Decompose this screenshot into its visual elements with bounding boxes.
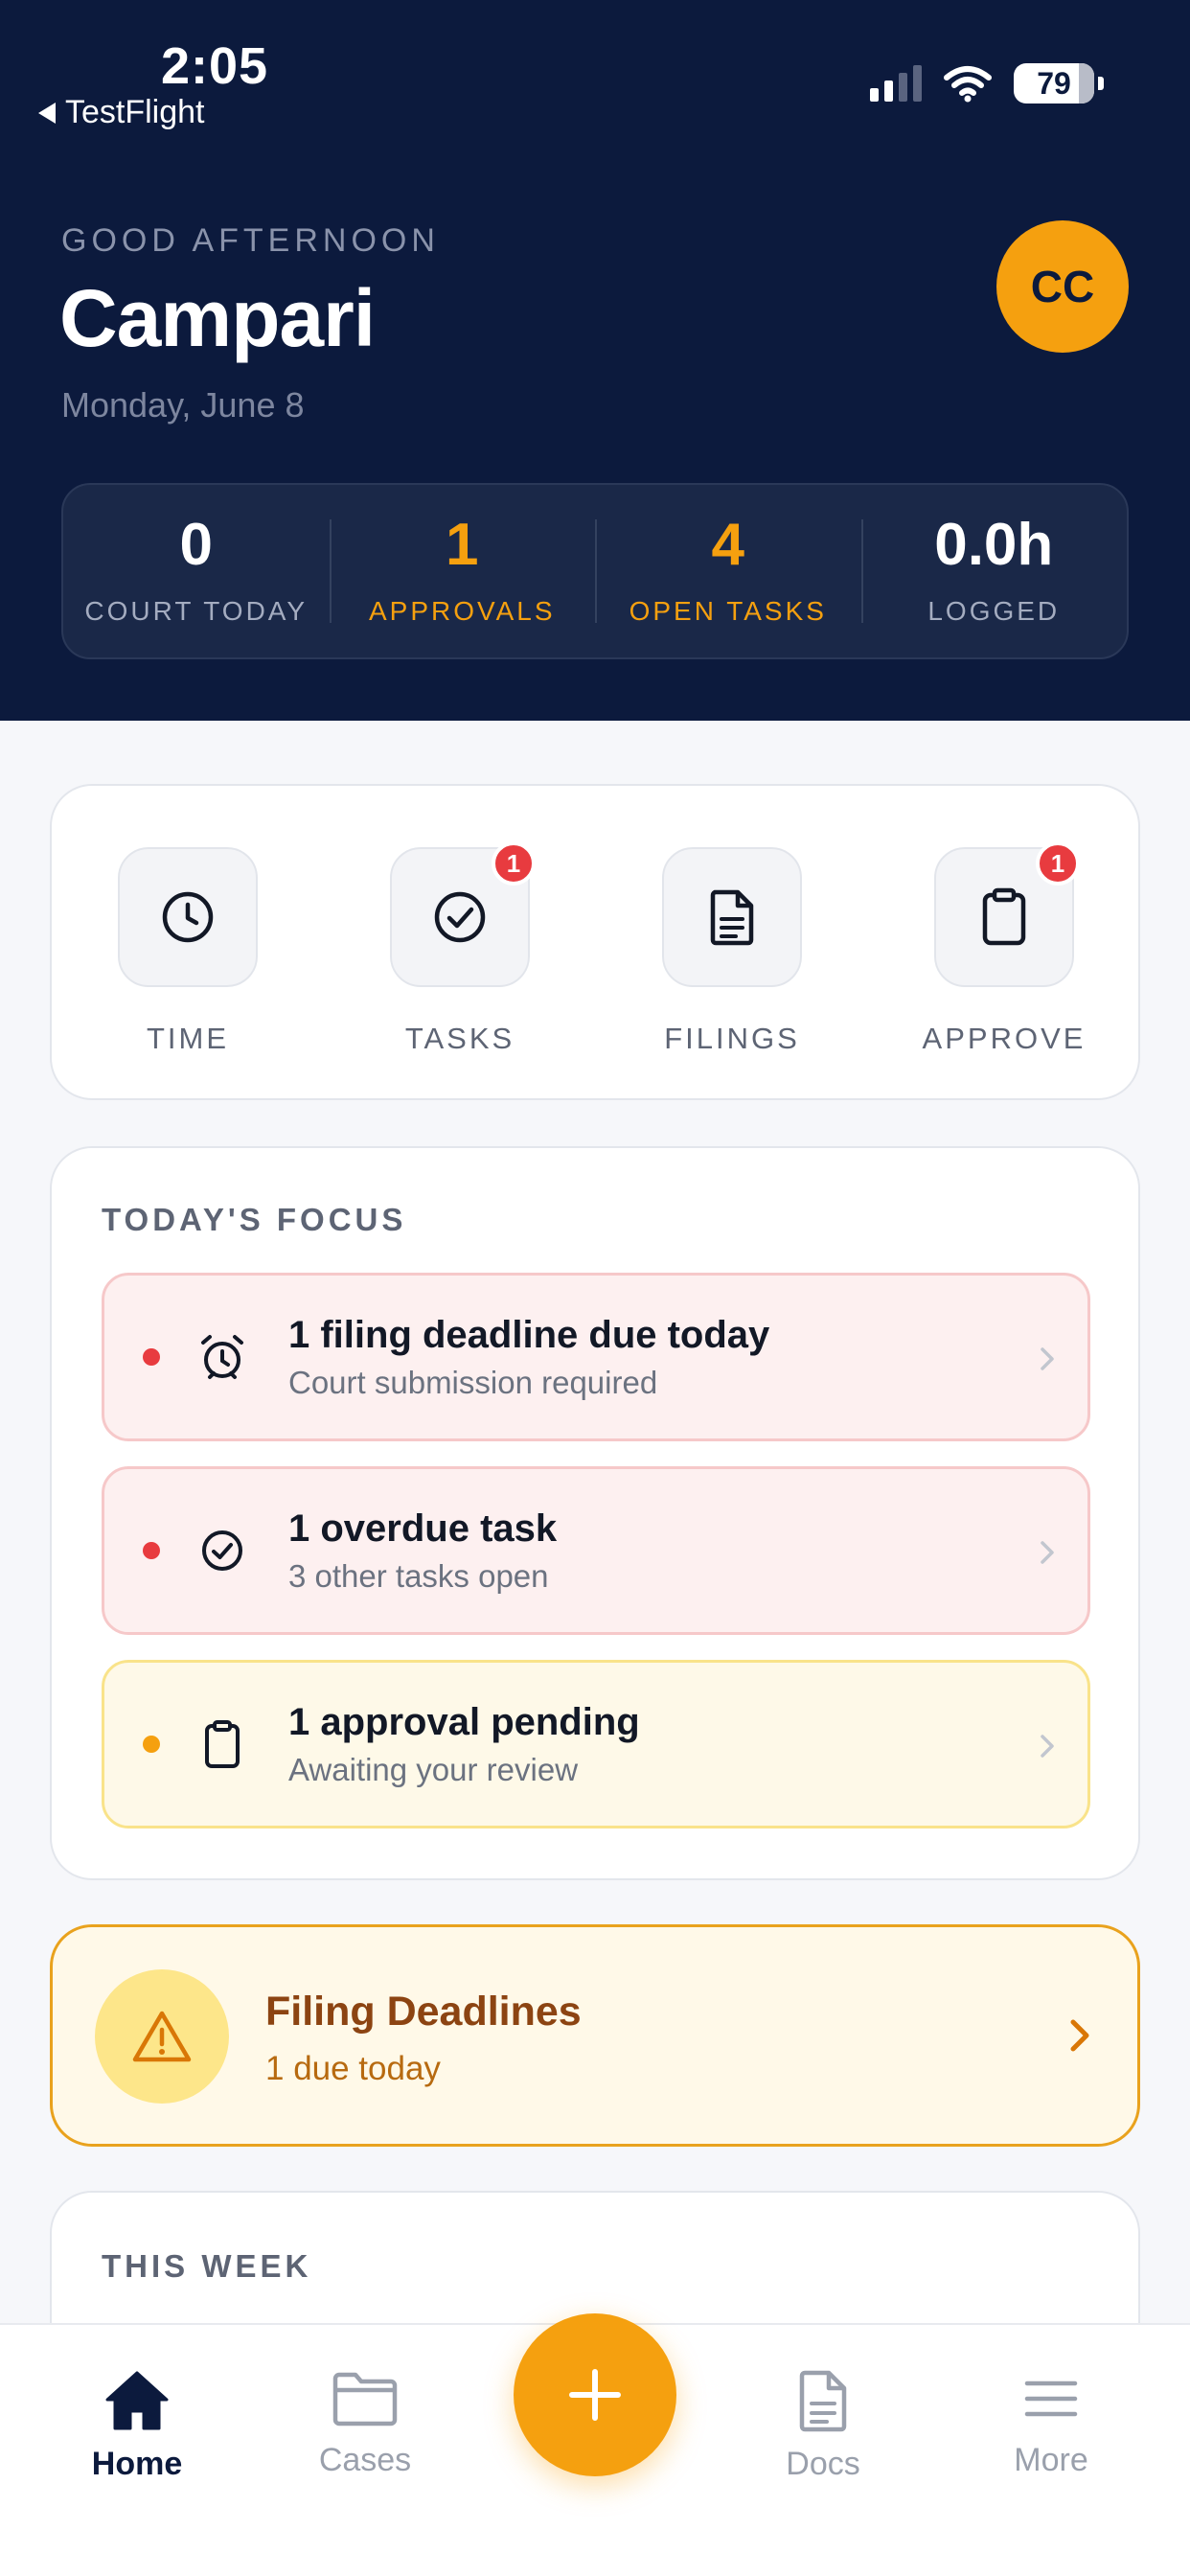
cellular-signal-icon (870, 65, 922, 102)
stat-label: APPROVALS (368, 596, 556, 626)
stat-value: 4 (711, 512, 744, 578)
status-icons: 79 (870, 63, 1104, 104)
chevron-right-icon (1041, 1347, 1054, 1370)
focus-item-approval-pending[interactable]: 1 approval pending Awaiting your review (102, 1660, 1090, 1828)
back-triangle-icon (38, 102, 56, 124)
current-date: Monday, June 8 (61, 385, 305, 425)
tab-more[interactable]: More (955, 2369, 1147, 2479)
tab-label: More (1014, 2442, 1088, 2478)
status-time: 2:05 (161, 37, 269, 95)
clock-icon (162, 891, 214, 943)
filing-deadlines-banner[interactable]: Filing Deadlines 1 due today (50, 1924, 1140, 2147)
focus-item-subtitle: Awaiting your review (288, 1751, 579, 1787)
alarm-clock-icon (196, 1331, 248, 1383)
quick-action-label: TASKS (404, 1022, 515, 1055)
stat-value: 0.0h (934, 512, 1054, 578)
add-fab-button[interactable] (514, 2313, 676, 2476)
focus-item-title: 1 overdue task (288, 1506, 558, 1550)
focus-item-overdue-task[interactable]: 1 overdue task 3 other tasks open (102, 1466, 1090, 1635)
back-app-label: TestFlight (65, 94, 205, 130)
tab-label: Docs (786, 2446, 860, 2482)
section-title: THIS WEEK (102, 2248, 312, 2284)
notification-badge: 1 (1036, 841, 1080, 886)
chevron-right-icon (1041, 1735, 1054, 1758)
status-dot (143, 1348, 160, 1366)
stat-approvals[interactable]: 1 APPROVALS (329, 485, 596, 657)
bottom-tab-bar: Home Cases Docs More (0, 2313, 1190, 2576)
tab-home[interactable]: Home (41, 2369, 233, 2483)
quick-action-filings[interactable]: FILINGS (627, 847, 837, 1056)
stats-panel: 0 COURT TODAY 1 APPROVALS 4 OPEN TASKS 0… (61, 483, 1129, 659)
focus-item-text: 1 approval pending Awaiting your review (288, 1701, 640, 1788)
folder-icon (332, 2372, 398, 2426)
clipboard-icon (982, 887, 1026, 946)
stat-label: LOGGED (927, 596, 1061, 626)
quick-action-label: TIME (146, 1022, 230, 1055)
stat-value: 0 (179, 512, 213, 578)
menu-icon (1024, 2380, 1078, 2417)
user-name: Campari (59, 273, 376, 363)
status-dot (143, 1542, 160, 1559)
quick-action-time[interactable]: TIME (82, 847, 293, 1056)
quick-action-tasks[interactable]: 1 TASKS (355, 841, 565, 1056)
focus-item-subtitle: 3 other tasks open (288, 1557, 549, 1594)
quick-action-tile[interactable]: 1 (390, 841, 536, 987)
check-circle-icon (196, 1525, 248, 1576)
chevron-right-icon (1070, 2019, 1089, 2052)
warning-icon (132, 2011, 192, 2062)
battery-level: 79 (1037, 65, 1071, 101)
avatar[interactable]: CC (996, 220, 1129, 353)
quick-action-approve[interactable]: 1 APPROVE (899, 841, 1110, 1056)
stat-open-tasks[interactable]: 4 OPEN TASKS (595, 485, 861, 657)
focus-item-title: 1 filing deadline due today (288, 1313, 770, 1356)
focus-item-text: 1 overdue task 3 other tasks open (288, 1507, 557, 1595)
stat-value: 1 (446, 512, 479, 578)
tab-docs[interactable]: Docs (727, 2369, 919, 2483)
quick-action-tile[interactable]: 1 (934, 841, 1080, 987)
warning-icon-circle (95, 1969, 229, 2104)
greeting: GOOD AFTERNOON (61, 222, 440, 259)
focus-item-text: 1 filing deadline due today Court submis… (288, 1314, 769, 1401)
check-circle-icon (434, 891, 486, 943)
battery-icon: 79 (1014, 63, 1104, 104)
focus-item-filing-deadline[interactable]: 1 filing deadline due today Court submis… (102, 1273, 1090, 1441)
chevron-right-icon (1041, 1541, 1054, 1564)
banner-subtitle: 1 due today (265, 2050, 441, 2087)
tab-label: Cases (318, 2442, 412, 2478)
banner-title: Filing Deadlines (265, 1989, 582, 2035)
status-dot (143, 1736, 160, 1753)
clipboard-icon (196, 1718, 248, 1770)
document-icon (710, 889, 754, 946)
stat-label: COURT TODAY (84, 596, 309, 626)
plus-icon (569, 2369, 621, 2421)
back-to-app-button[interactable]: TestFlight (38, 94, 205, 131)
home-icon (105, 2371, 169, 2430)
section-title: TODAY'S FOCUS (102, 1202, 407, 1237)
stat-court-today[interactable]: 0 COURT TODAY (63, 485, 330, 657)
document-icon (799, 2370, 847, 2432)
todays-focus-card: TODAY'S FOCUS 1 filing deadline due toda… (50, 1146, 1140, 1880)
header-section: 2:05 TestFlight 79 GOOD AFTERNOON Campar… (0, 0, 1190, 721)
focus-item-subtitle: Court submission required (288, 1364, 658, 1400)
quick-action-tile[interactable] (662, 847, 802, 987)
quick-action-tile[interactable] (118, 847, 258, 987)
wifi-icon (944, 66, 992, 103)
quick-actions-card: TIME 1 TASKS FILINGS 1 APPROVE (50, 784, 1140, 1100)
quick-action-label: FILINGS (664, 1022, 800, 1055)
tab-label: Home (91, 2446, 183, 2482)
notification-badge: 1 (492, 841, 536, 886)
quick-action-label: APPROVE (922, 1022, 1087, 1055)
focus-item-title: 1 approval pending (288, 1700, 640, 1743)
tab-cases[interactable]: Cases (269, 2369, 461, 2479)
stat-label: OPEN TASKS (629, 596, 827, 626)
stat-logged[interactable]: 0.0h LOGGED (860, 485, 1128, 657)
